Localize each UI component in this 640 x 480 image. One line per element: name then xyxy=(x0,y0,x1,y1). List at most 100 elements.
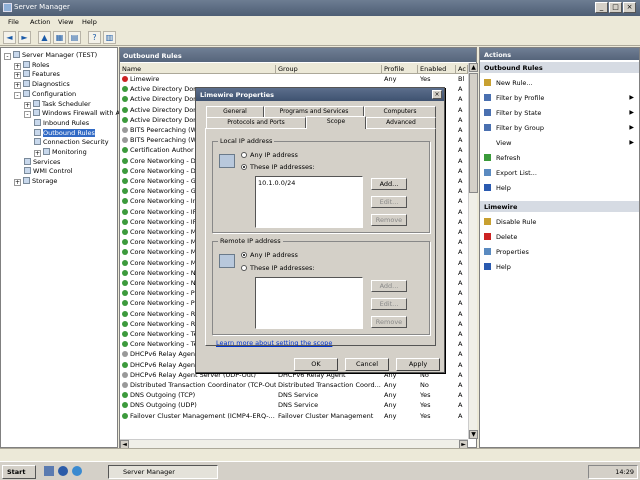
tree-item[interactable]: + Task Scheduler xyxy=(24,99,91,109)
vertical-scrollbar[interactable]: ▲ ▼ xyxy=(468,63,478,439)
action-item[interactable]: Filter by State ▶ xyxy=(484,108,634,118)
tree-item-label: Services xyxy=(33,157,61,166)
table-row[interactable]: Failover Cluster Management (ICMP4-ERQ-.… xyxy=(120,412,468,421)
action-item[interactable]: Help xyxy=(484,183,634,193)
tab-protocols-ports[interactable]: Protocols and Ports xyxy=(206,117,306,128)
action-item[interactable]: Filter by Group ▶ xyxy=(484,123,634,133)
remote-any-ip-radio[interactable]: Any IP address xyxy=(241,251,298,259)
apply-button[interactable]: Apply xyxy=(396,358,440,371)
action-item[interactable]: Refresh xyxy=(484,153,634,163)
tree-item[interactable]: - Windows Firewall with A xyxy=(24,109,120,119)
table-row[interactable]: DNS Outgoing (UDP) DNS Service Any Yes A xyxy=(120,401,468,410)
radio-on-icon xyxy=(241,164,247,170)
table-row[interactable]: Distributed Transaction Coordinator (TCP… xyxy=(120,381,468,390)
local-edit-button[interactable]: Edit... xyxy=(371,196,407,208)
remote-ip-list[interactable] xyxy=(255,277,363,329)
remote-add-button[interactable]: Add... xyxy=(371,280,407,292)
local-remove-button[interactable]: Remove xyxy=(371,214,407,226)
tree-item[interactable]: - Server Manager (TEST) xyxy=(4,51,97,60)
local-any-ip-radio[interactable]: Any IP address xyxy=(241,151,298,159)
allow-rule-icon xyxy=(122,218,128,225)
action-pane-icon[interactable]: ▥ xyxy=(103,31,116,44)
tree-item[interactable]: Inbound Rules xyxy=(34,118,89,128)
actions-section-limewire[interactable]: Limewire xyxy=(480,201,639,212)
maximize-button[interactable]: □ xyxy=(609,2,622,13)
tree-item[interactable]: + Monitoring xyxy=(34,148,87,157)
cancel-button[interactable]: Cancel xyxy=(345,358,389,371)
expand-icon[interactable]: + xyxy=(34,150,41,157)
action-item[interactable]: Help xyxy=(484,262,634,272)
taskbar-server-manager[interactable]: Server Manager xyxy=(108,465,218,479)
internet-explorer-icon[interactable] xyxy=(72,466,82,476)
tree-item[interactable]: + Diagnostics xyxy=(14,80,70,90)
table-row[interactable]: Limewire Any Yes Bl xyxy=(120,75,468,84)
tab-scope[interactable]: Scope xyxy=(306,116,366,129)
menu-view[interactable]: View xyxy=(58,18,73,26)
forward-icon[interactable]: ► xyxy=(18,31,31,44)
column-name[interactable]: Name xyxy=(122,65,276,74)
tab-advanced[interactable]: Advanced xyxy=(366,117,436,128)
menu-help[interactable]: Help xyxy=(82,18,97,26)
tree-item[interactable]: + Storage xyxy=(14,177,57,187)
start-button[interactable]: Start xyxy=(2,465,36,479)
local-ip-list[interactable]: 10.1.0.0/24 xyxy=(255,176,363,228)
action-item[interactable]: Delete xyxy=(484,232,634,242)
tree-item[interactable]: WMI Control xyxy=(24,167,73,176)
collapse-icon[interactable]: - xyxy=(14,91,21,99)
ok-button[interactable]: OK xyxy=(294,358,338,371)
quick-launch-icon[interactable] xyxy=(44,466,54,476)
table-row[interactable]: DNS Outgoing (TCP) DNS Service Any Yes A xyxy=(120,391,468,400)
tree-item[interactable]: + Features xyxy=(14,70,60,80)
expand-icon[interactable]: + xyxy=(14,179,21,187)
column-enabled[interactable]: Enabled xyxy=(420,65,456,74)
remote-any-ip-label: Any IP address xyxy=(250,251,298,259)
remote-remove-button[interactable]: Remove xyxy=(371,316,407,328)
action-item[interactable]: Filter by Profile ▶ xyxy=(484,93,634,103)
back-icon[interactable]: ◄ xyxy=(3,31,16,44)
scroll-up-icon[interactable]: ▲ xyxy=(469,63,478,72)
powershell-icon[interactable] xyxy=(58,466,68,476)
column-action[interactable]: Ac xyxy=(458,65,468,74)
local-add-button[interactable]: Add... xyxy=(371,178,407,190)
action-item[interactable]: New Rule... xyxy=(484,78,634,88)
tree-node-icon xyxy=(33,109,40,117)
close-button[interactable]: × xyxy=(623,2,636,13)
column-group[interactable]: Group xyxy=(278,65,382,74)
expand-icon[interactable]: + xyxy=(24,101,31,109)
expand-icon[interactable]: + xyxy=(14,62,21,70)
minimize-button[interactable]: _ xyxy=(595,2,608,13)
tab-computers[interactable]: Computers xyxy=(364,106,436,117)
remote-these-ip-radio[interactable]: These IP addresses: xyxy=(241,264,315,272)
tree-item[interactable]: Outbound Rules xyxy=(34,128,95,138)
tree-item[interactable]: Connection Security xyxy=(34,138,109,147)
properties-icon[interactable]: ▤ xyxy=(68,31,81,44)
action-item[interactable]: Disable Rule xyxy=(484,217,634,227)
tree-item[interactable]: - Configuration xyxy=(14,89,76,99)
collapse-icon[interactable]: - xyxy=(4,53,11,60)
tree-item[interactable]: Services xyxy=(24,157,61,167)
action-item[interactable]: View ▶ xyxy=(484,138,634,148)
actions-section-outbound[interactable]: Outbound Rules xyxy=(480,62,639,73)
show-hide-tree-icon[interactable]: ▦ xyxy=(53,31,66,44)
horizontal-scrollbar[interactable]: ◄ ► xyxy=(120,439,468,449)
learn-more-link[interactable]: Learn more about setting the scope xyxy=(216,339,332,347)
column-profile[interactable]: Profile xyxy=(384,65,418,74)
menu-file[interactable]: File xyxy=(8,18,19,26)
tree-item[interactable]: + Roles xyxy=(14,60,49,70)
local-these-ip-radio[interactable]: These IP addresses: xyxy=(241,163,315,171)
action-item[interactable]: Properties xyxy=(484,247,634,257)
action-item[interactable]: Export List... xyxy=(484,168,634,178)
collapse-icon[interactable]: - xyxy=(24,111,31,119)
expand-icon[interactable]: + xyxy=(14,82,21,90)
local-ip-entry[interactable]: 10.1.0.0/24 xyxy=(258,179,360,187)
remote-edit-button[interactable]: Edit... xyxy=(371,298,407,310)
scroll-thumb[interactable] xyxy=(469,73,478,193)
expand-icon[interactable]: + xyxy=(14,72,21,80)
cell-ac: A xyxy=(458,248,463,257)
dialog-close-icon[interactable]: × xyxy=(432,90,442,99)
up-folder-icon[interactable]: ▲ xyxy=(38,31,51,44)
scroll-down-icon[interactable]: ▼ xyxy=(469,430,478,439)
menu-action[interactable]: Action xyxy=(30,18,50,26)
tab-general[interactable]: General xyxy=(206,106,264,117)
help-icon[interactable]: ? xyxy=(88,31,101,44)
